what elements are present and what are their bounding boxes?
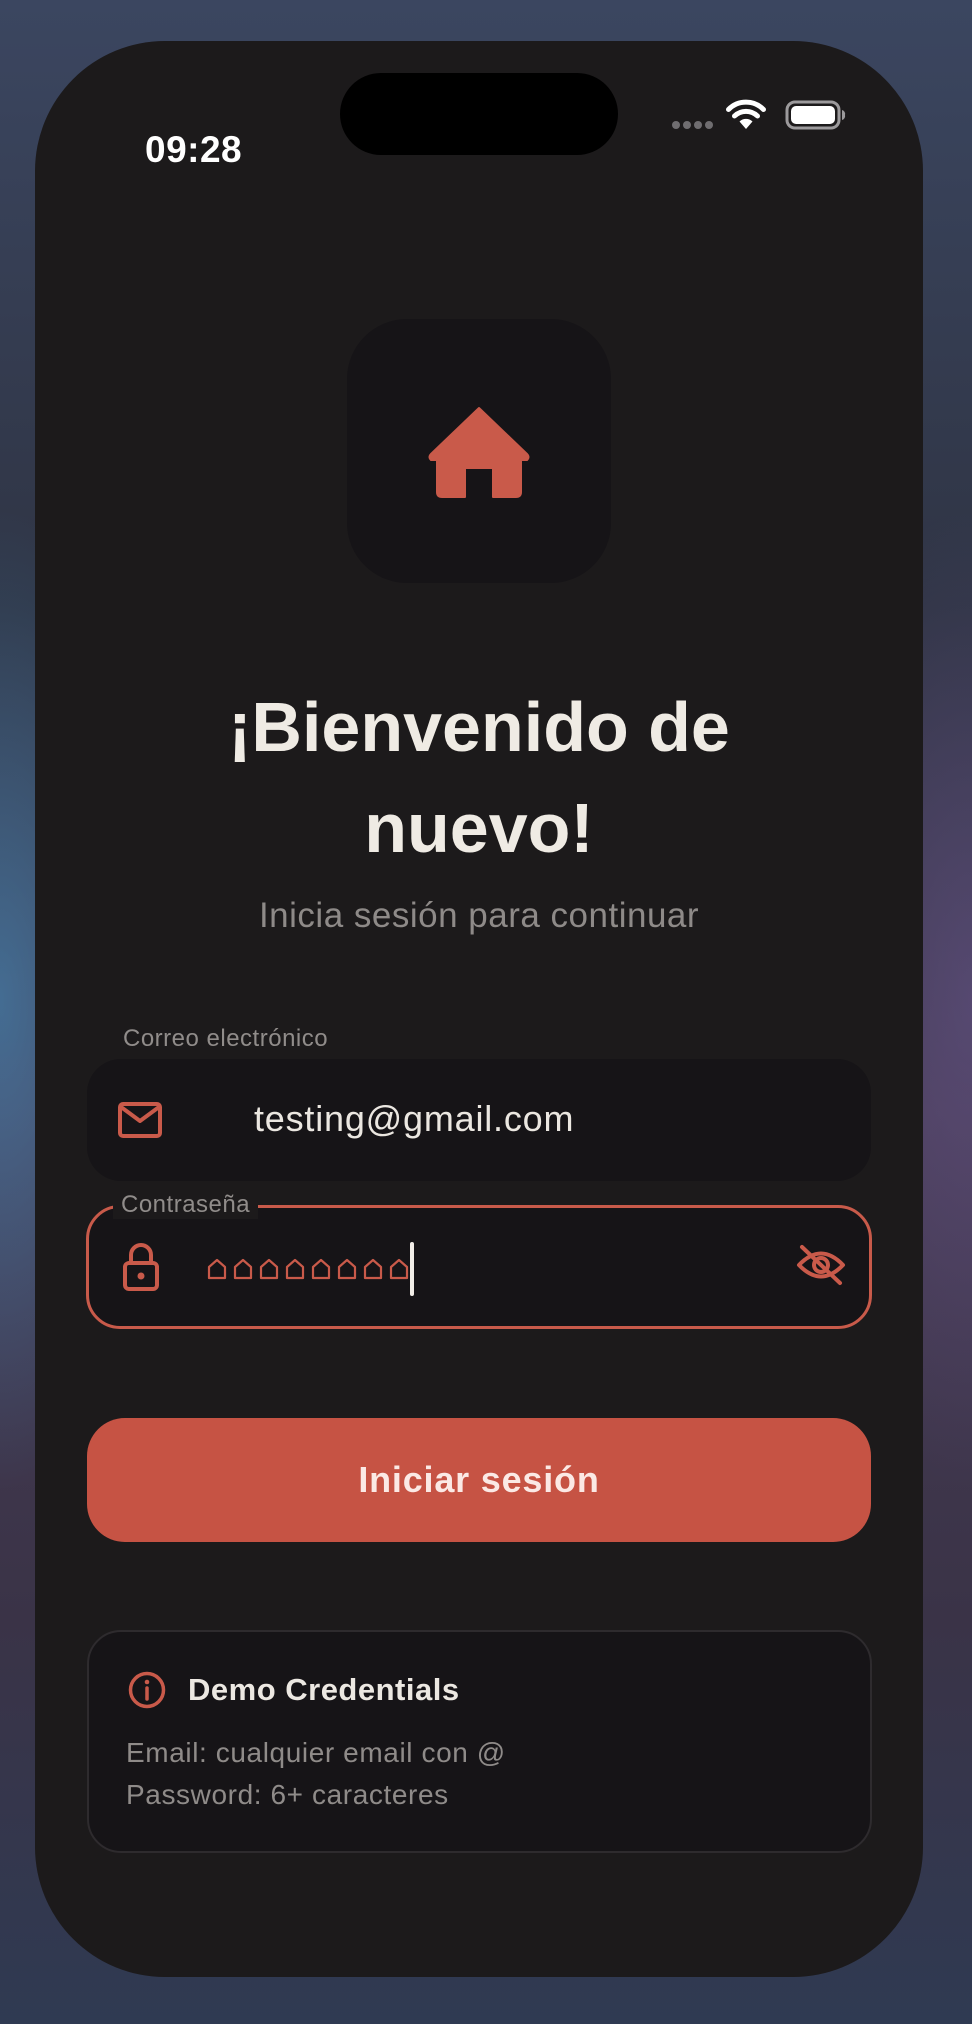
- dynamic-island: [340, 73, 618, 155]
- status-time: 09:28: [145, 129, 243, 170]
- email-label: Correo electrónico: [123, 1025, 329, 1052]
- password-mask-glyph: [207, 1258, 227, 1280]
- text-cursor: [410, 1242, 414, 1296]
- password-mask-glyph: [363, 1258, 383, 1280]
- wifi-icon: [726, 99, 766, 129]
- page-title: ¡Bienvenido de nuevo!: [35, 677, 923, 879]
- phone-screen: 09:28 ¡Bienvenido de nuevo! Inicia sesió…: [35, 41, 923, 1977]
- page-title-line-1: ¡Bienvenido de: [228, 688, 730, 766]
- password-field[interactable]: [86, 1205, 872, 1329]
- mail-icon: [118, 1102, 162, 1138]
- battery-icon: [785, 100, 846, 130]
- password-mask-glyph: [233, 1258, 253, 1280]
- password-mask-glyph: [337, 1258, 357, 1280]
- password-label: Contraseña: [113, 1191, 259, 1219]
- password-mask-glyph: [389, 1258, 409, 1280]
- demo-credentials-title: Demo Credentials: [188, 1672, 460, 1707]
- email-field[interactable]: testing@gmail.com: [87, 1059, 871, 1181]
- app-logo: [347, 319, 611, 583]
- email-input-value: testing@gmail.com: [254, 1098, 575, 1139]
- lock-icon: [123, 1243, 159, 1291]
- password-mask-glyph: [259, 1258, 279, 1280]
- password-mask-glyph: [285, 1258, 305, 1280]
- demo-password-hint: Password: 6+ caracteres: [126, 1779, 449, 1810]
- page-subtitle: Inicia sesión para continuar: [258, 896, 700, 935]
- eye-off-icon[interactable]: [796, 1244, 846, 1286]
- password-masked-value: [206, 1258, 414, 1280]
- page-title-line-2: nuevo!: [364, 789, 594, 867]
- demo-email-hint: Email: cualquier email con @: [126, 1737, 506, 1768]
- info-icon: [128, 1671, 166, 1709]
- password-mask-glyph: [311, 1258, 331, 1280]
- home-icon: [428, 407, 530, 498]
- login-button[interactable]: Iniciar sesión: [87, 1418, 871, 1542]
- demo-credentials-card: Demo Credentials Email: cualquier email …: [87, 1630, 872, 1853]
- cellular-signal-icon: [672, 121, 713, 129]
